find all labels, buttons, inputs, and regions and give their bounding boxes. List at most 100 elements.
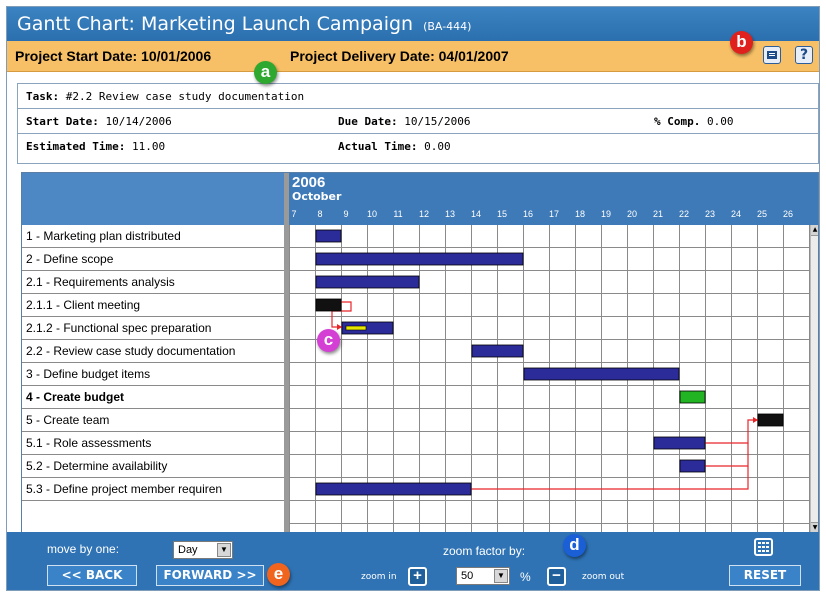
timeline-day: 19: [600, 209, 611, 219]
task-row[interactable]: 3 - Define budget items: [22, 363, 284, 386]
move-by-value: Day: [178, 544, 198, 556]
project-dates-bar: Project Start Date: 10/01/2006 Project D…: [7, 41, 819, 72]
forward-button[interactable]: FORWARD >>: [156, 565, 264, 586]
task-row[interactable]: 2.1.2 - Functional spec preparation: [22, 317, 284, 340]
task-bar: [315, 252, 524, 266]
comp-value: 0.00: [706, 115, 734, 128]
timeline-day: 22: [678, 209, 689, 219]
task-row[interactable]: 2.2 - Review case study documentation: [22, 340, 284, 363]
task-progress-bar: [345, 325, 367, 331]
task-bar: [315, 298, 342, 312]
task-info-panel: Task: #2.2 Review case study documentati…: [17, 83, 819, 164]
task-row[interactable]: 5.2 - Determine availability: [22, 455, 284, 478]
task-bar: [315, 275, 420, 289]
marker-c: c: [317, 329, 340, 352]
zoom-out-label: zoom out: [582, 572, 625, 582]
dates-row: Start Date: 10/14/2006 Due Date: 10/15/2…: [18, 109, 818, 134]
timeline-header: 2006 October 7 8 9 10 11 12 13 14 15 16 17 18 19 20 21…: [289, 173, 818, 225]
task-row[interactable]: 2.1 - Requirements analysis: [22, 271, 284, 294]
task-row[interactable]: 5.3 - Define project member requiren: [22, 478, 284, 501]
estimated-value: 11.00: [131, 140, 166, 153]
help-icon[interactable]: ?: [795, 46, 813, 64]
timeline-day: 11: [393, 209, 403, 219]
task-bar: [315, 482, 472, 496]
marker-d: d: [563, 534, 586, 557]
start-label: Start Date:: [26, 115, 99, 128]
zoom-factor-select[interactable]: 50 ▼: [456, 567, 510, 585]
chevron-down-icon: ▼: [494, 569, 508, 583]
time-row: Estimated Time: 11.00 Actual Time: 0.00: [18, 134, 818, 158]
task-bar: [653, 436, 706, 450]
percent-label: %: [520, 570, 531, 584]
title-bar: Gantt Chart: Marketing Launch Campaign (B…: [7, 7, 819, 41]
timeline-day: 16: [522, 209, 533, 219]
task-bar: [679, 459, 706, 473]
timeline-month: October: [292, 190, 342, 203]
comp-label: % Comp.: [654, 115, 701, 128]
actual-label: Actual Time:: [338, 140, 418, 153]
task-bar: [679, 390, 706, 404]
gantt-chart: 2006 October 7 8 9 10 11 12 13 14 15 16 17 18 19 20 21…: [21, 172, 819, 534]
task-row[interactable]: 2 - Define scope: [22, 248, 284, 271]
timeline-day: 23: [704, 209, 715, 219]
timeline-day: 26: [782, 209, 793, 219]
zoom-factor-value: 50: [461, 570, 474, 582]
back-button[interactable]: << BACK: [47, 565, 137, 586]
task-value: #2.2 Review case study documentation: [65, 90, 305, 103]
project-delivery-date: Project Delivery Date: 04/01/2007: [290, 48, 509, 64]
timeline-day: 13: [444, 209, 455, 219]
timeline-day: 17: [548, 209, 559, 219]
task-bar: [523, 367, 680, 381]
gantt-controls: move by one: Day ▼ << BACK FORWARD >> zo…: [7, 532, 819, 590]
start-value: 10/14/2006: [105, 115, 172, 128]
move-by-select[interactable]: Day ▼: [173, 541, 233, 559]
task-list-header: [22, 173, 284, 225]
task-bar: [757, 413, 784, 427]
timeline-day: 24: [730, 209, 741, 219]
task-row[interactable]: 1 - Marketing plan distributed: [22, 225, 284, 248]
project-code: (BA-444): [423, 20, 472, 33]
timeline-day: 18: [574, 209, 585, 219]
task-bar: [315, 229, 342, 243]
scroll-up-arrow[interactable]: ▲: [811, 225, 818, 236]
gantt-window: Gantt Chart: Marketing Launch Campaign (B…: [6, 6, 820, 591]
timeline-day: 25: [756, 209, 767, 219]
gantt-grid: [289, 225, 810, 533]
task-bar: [471, 344, 524, 358]
timeline-day: 21: [652, 209, 663, 219]
zoom-in-icon[interactable]: +: [408, 567, 427, 586]
print-icon[interactable]: [763, 46, 781, 64]
actual-value: 0.00: [424, 140, 451, 153]
vertical-scrollbar[interactable]: ▲ ▼: [810, 225, 818, 533]
task-label: Task:: [26, 90, 60, 103]
timeline-day: 9: [343, 209, 349, 219]
due-value: 10/15/2006: [404, 115, 471, 128]
calendar-icon[interactable]: [754, 538, 773, 556]
task-row[interactable]: 4 - Create budget: [22, 386, 284, 409]
marker-e: e: [267, 563, 290, 586]
task-row[interactable]: 5.1 - Role assessments: [22, 432, 284, 455]
chevron-down-icon: ▼: [217, 543, 231, 557]
due-label: Due Date:: [338, 115, 398, 128]
task-row[interactable]: 5 - Create team: [22, 409, 284, 432]
task-row[interactable]: 2.1.1 - Client meeting: [22, 294, 284, 317]
timeline-year: 2006: [292, 174, 326, 191]
timeline-day: 10: [366, 209, 377, 219]
page-title: Gantt Chart: Marketing Launch Campaign (B…: [17, 13, 472, 35]
zoom-in-label: zoom in: [361, 572, 397, 582]
zoom-out-icon[interactable]: −: [547, 567, 566, 586]
timeline-day: 12: [418, 209, 429, 219]
marker-b: b: [730, 31, 753, 54]
marker-a: a: [254, 61, 277, 84]
project-start-date: Project Start Date: 10/01/2006: [15, 48, 212, 64]
task-row: Task: #2.2 Review case study documentati…: [18, 84, 818, 109]
timeline-day: 8: [317, 209, 323, 219]
reset-button[interactable]: RESET: [729, 565, 801, 586]
timeline-day: 15: [496, 209, 507, 219]
estimated-label: Estimated Time:: [26, 140, 126, 153]
timeline-day: 20: [626, 209, 637, 219]
task-list: 1 - Marketing plan distributed 2 - Define…: [22, 225, 284, 533]
zoom-factor-label: zoom factor by:: [443, 544, 526, 558]
timeline-day: 14: [470, 209, 481, 219]
move-by-label: move by one:: [47, 542, 120, 556]
